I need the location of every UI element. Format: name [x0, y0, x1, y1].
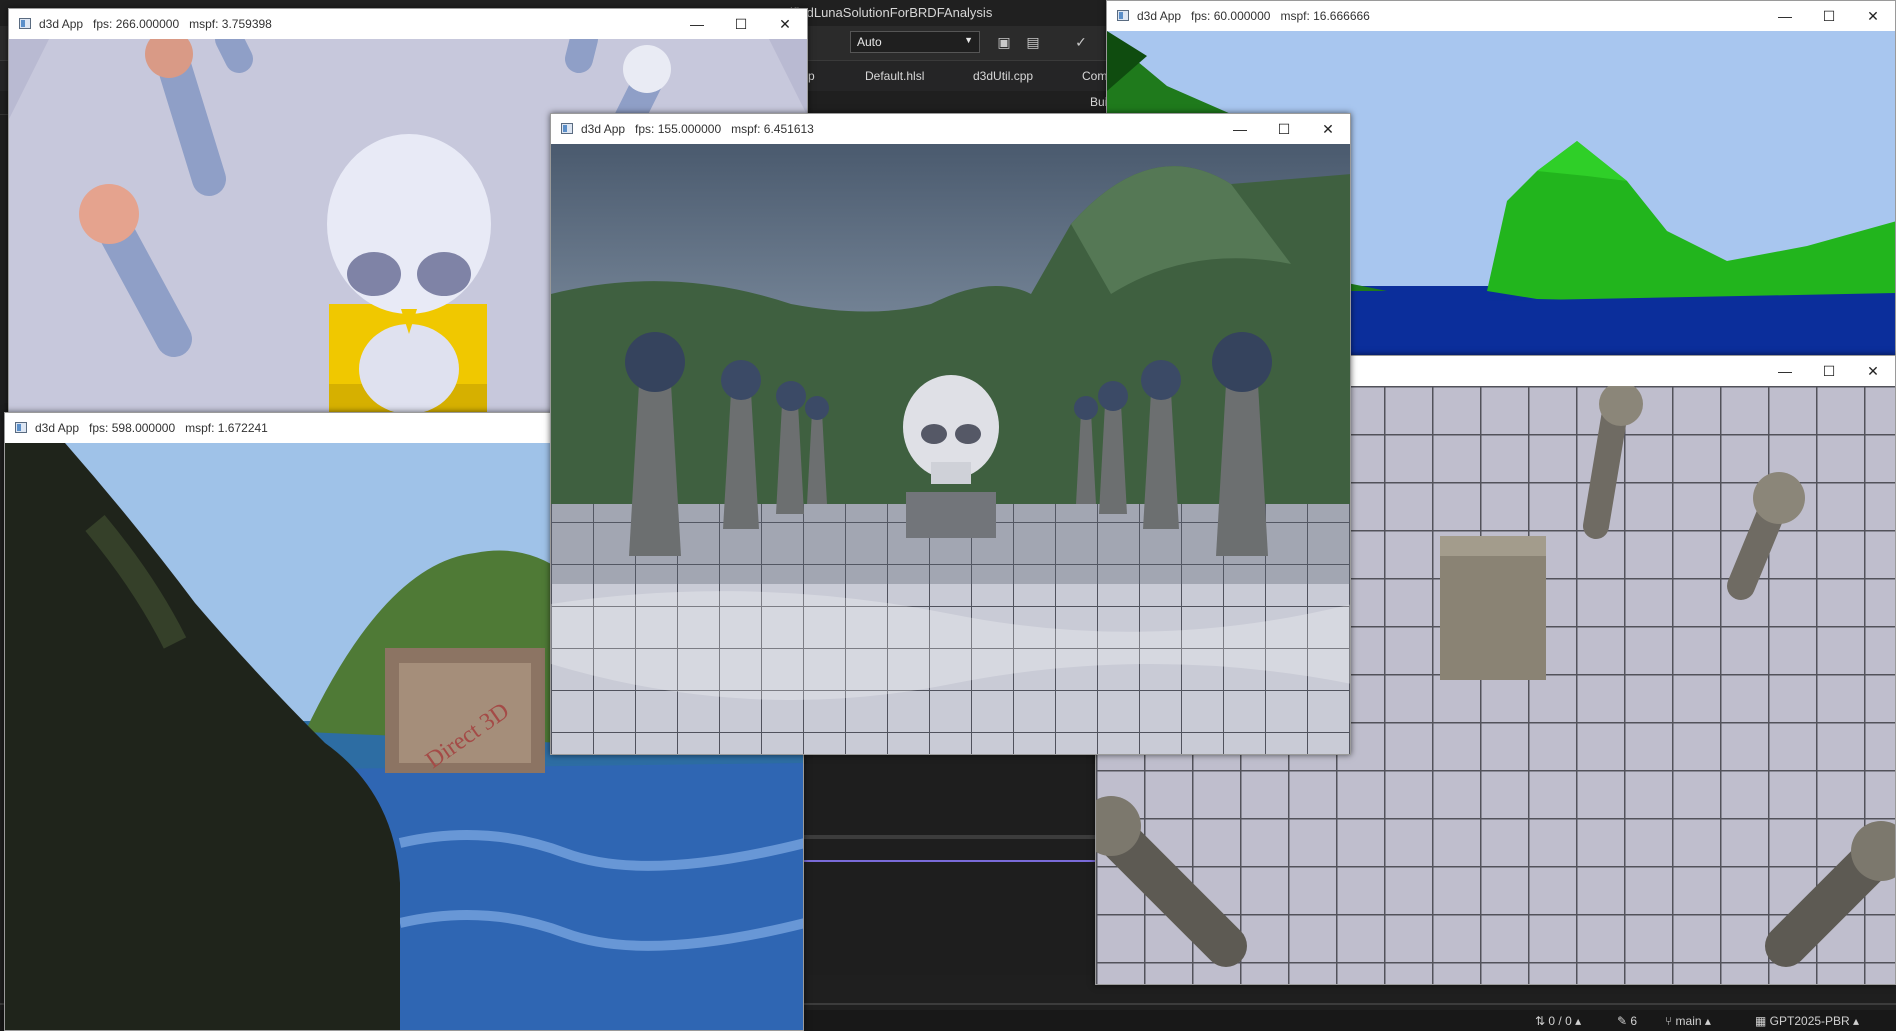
panel-divider[interactable]	[800, 835, 1100, 839]
minimize-icon[interactable]: —	[1218, 114, 1262, 144]
window-titlebar[interactable]: d3d App fps: 266.000000 mspf: 3.759398 — ☐…	[9, 9, 807, 39]
window-titlebar[interactable]: d3d App fps: 155.000000 mspf: 6.451613 — ☐…	[551, 114, 1350, 144]
window-title: d3d App fps: 598.000000 mspf: 1.672241	[35, 421, 268, 435]
close-icon[interactable]: ✕	[1306, 114, 1350, 144]
tab-d3dutil-cpp[interactable]: d3dUtil.cpp	[973, 69, 1033, 83]
maximize-icon[interactable]: ☐	[1807, 1, 1851, 31]
build-label[interactable]: Bui	[1090, 95, 1107, 109]
app-window-icon	[561, 123, 573, 134]
folder-icon[interactable]: ▣	[995, 34, 1013, 52]
tab-default-hlsl[interactable]: Default.hlsl	[865, 69, 924, 83]
maximize-icon[interactable]: ☐	[719, 9, 763, 39]
solution-config-dropdown[interactable]: Auto ▼	[850, 31, 980, 53]
repo-selector[interactable]: ▦ GPT2025-PBR ▴	[1755, 1014, 1859, 1028]
app-window-icon	[15, 422, 27, 433]
skull-app-window[interactable]: d3d App fps: 155.000000 mspf: 6.451613 — ☐…	[550, 113, 1351, 755]
ide-solution-title: ifiedLunaSolutionForBRDFAnalysis	[790, 5, 993, 20]
app-window-icon	[19, 18, 31, 29]
spellcheck-icon[interactable]: ✓	[1072, 34, 1090, 52]
minimize-icon[interactable]: —	[675, 9, 719, 39]
maximize-icon[interactable]: ☐	[1262, 114, 1306, 144]
app-window-icon	[1117, 10, 1129, 21]
close-icon[interactable]: ✕	[1851, 1, 1895, 31]
skull-viewport[interactable]	[551, 144, 1350, 754]
window-title: d3d App fps: 266.000000 mspf: 3.759398	[39, 17, 272, 31]
window-title: d3d App fps: 60.000000 mspf: 16.666666	[1137, 9, 1370, 23]
line-counter[interactable]: ⇅ 0 / 0 ▴	[1535, 1014, 1581, 1028]
minimize-icon[interactable]: —	[1763, 356, 1807, 386]
chevron-down-icon: ▼	[964, 35, 973, 45]
window-title: d3d App fps: 155.000000 mspf: 6.451613	[581, 122, 814, 136]
progress-accent-line	[800, 860, 1100, 862]
maximize-icon[interactable]: ☐	[1807, 356, 1851, 386]
config-value: Auto	[857, 35, 882, 49]
skull-pillars-scene	[551, 144, 1350, 754]
minimize-icon[interactable]: —	[1763, 1, 1807, 31]
tab-com[interactable]: Com	[1082, 69, 1107, 83]
layout-icon[interactable]: ▤	[1024, 34, 1042, 52]
branch-selector[interactable]: ⑂ main ▴	[1665, 1014, 1711, 1028]
pencil-icon[interactable]: ✎ 6	[1617, 1014, 1637, 1028]
close-icon[interactable]: ✕	[1851, 356, 1895, 386]
close-icon[interactable]: ✕	[763, 9, 807, 39]
window-titlebar[interactable]: d3d App fps: 60.000000 mspf: 16.666666 — ☐…	[1107, 1, 1895, 31]
tab-partial[interactable]: p	[808, 69, 815, 83]
